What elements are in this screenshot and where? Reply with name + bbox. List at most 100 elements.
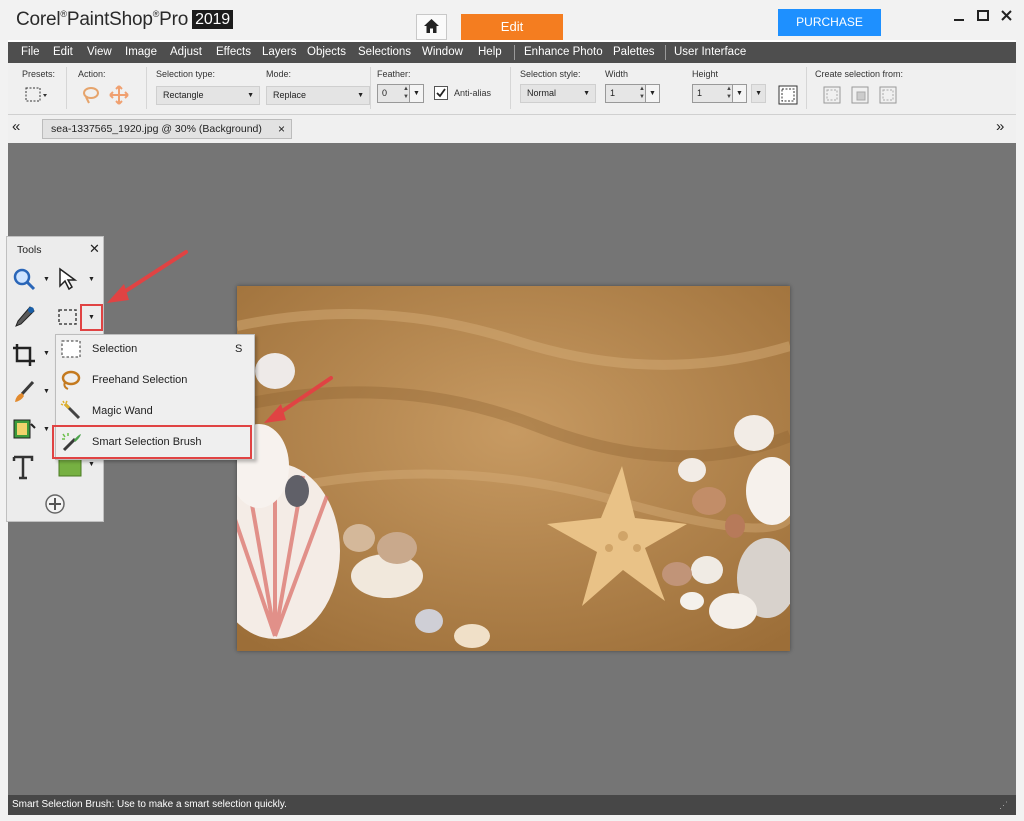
chevron-down-icon[interactable]: ▼ — [43, 350, 50, 357]
fill-tool[interactable] — [11, 416, 37, 442]
selection-tool[interactable] — [56, 305, 82, 331]
flyout-item-freehand-selection[interactable]: Freehand Selection — [55, 365, 255, 396]
mode-dropdown[interactable]: Replace ▼ — [266, 86, 370, 105]
presets-label: Presets: — [22, 69, 56, 79]
status-bar: Smart Selection Brush: Use to make a sma… — [8, 795, 1016, 815]
chevron-down-icon: ▼ — [409, 85, 423, 102]
add-tool-button[interactable] — [43, 492, 69, 518]
menu-window[interactable]: Window — [422, 46, 463, 58]
chevron-left-icon[interactable]: « — [12, 118, 20, 135]
selection-type-value: Rectangle — [163, 90, 204, 100]
paint-brush-tool[interactable] — [11, 379, 37, 405]
dropper-tool[interactable] — [11, 304, 37, 330]
mode-value: Replace — [273, 90, 307, 100]
fill-icon — [13, 419, 36, 439]
feather-value: 0 — [382, 88, 388, 98]
dropper-icon — [15, 306, 35, 327]
maximize-icon — [977, 10, 989, 21]
feather-input[interactable]: 0 ▲ ▼ ▼ — [377, 84, 424, 103]
selection-rect-icon — [58, 309, 77, 325]
checkmark-icon — [436, 88, 446, 98]
chevron-down-icon[interactable]: ▼ — [88, 461, 95, 468]
menu-effects[interactable]: Effects — [216, 46, 251, 58]
tools-close-icon[interactable]: ✕ — [89, 241, 100, 257]
menu-selections[interactable]: Selections — [358, 46, 411, 58]
menu-file[interactable]: File — [21, 46, 40, 58]
chevron-down-icon[interactable]: ▼ — [43, 388, 50, 395]
menu-edit[interactable]: Edit — [53, 46, 73, 58]
feather-label: Feather: — [377, 69, 411, 79]
status-text: Smart Selection Brush: Use to make a sma… — [12, 799, 287, 810]
maximize-button[interactable] — [972, 6, 994, 26]
action-move-button[interactable] — [108, 84, 130, 106]
edit-workspace-tab[interactable]: Edit — [461, 14, 563, 40]
height-input[interactable]: 1 ▲ ▼ ▼ — [692, 84, 747, 103]
select-all-icon — [778, 85, 798, 105]
menu-separator — [665, 45, 666, 60]
zoom-tool[interactable] — [11, 266, 37, 292]
flyout-item-shortcut: S — [235, 343, 243, 355]
chevron-down-icon[interactable]: ▼ — [43, 276, 50, 283]
app-logo: Corel®PaintShop®Pro 2019 — [16, 9, 233, 31]
menu-palettes[interactable]: Palettes — [613, 46, 655, 58]
pick-arrow-icon — [59, 267, 78, 291]
chevron-down-icon[interactable]: ▼ — [88, 314, 95, 321]
minimize-button[interactable] — [948, 6, 970, 26]
action-label: Action: — [78, 69, 106, 79]
from-vector-button[interactable] — [849, 84, 871, 106]
pick-tool[interactable] — [56, 266, 82, 292]
paint-brush-icon — [15, 380, 35, 402]
image-canvas[interactable] — [237, 286, 790, 651]
chevron-down-icon: ▼ — [247, 92, 254, 99]
anti-alias-checkbox[interactable] — [434, 86, 448, 100]
menu-image[interactable]: Image — [125, 46, 157, 58]
text-tool[interactable] — [11, 453, 37, 480]
chevron-down-icon: ▼ — [732, 85, 746, 102]
width-value: 1 — [610, 88, 616, 98]
menu-adjust[interactable]: Adjust — [170, 46, 202, 58]
menu-bar: File Edit View Image Adjust Effects Laye… — [8, 42, 1016, 63]
close-button[interactable] — [996, 6, 1018, 26]
purchase-button[interactable]: PURCHASE — [778, 9, 881, 36]
close-tab-icon[interactable]: × — [278, 120, 285, 138]
resize-grip-icon[interactable]: ⋰ — [999, 795, 1008, 815]
chevron-down-icon[interactable]: ▼ — [88, 276, 95, 283]
selection-rect-icon — [61, 340, 81, 358]
chevron-down-icon[interactable]: ▼ — [43, 426, 50, 433]
menu-objects[interactable]: Objects — [307, 46, 346, 58]
flyout-item-selection[interactable]: Selection S — [55, 334, 255, 365]
menu-view[interactable]: View — [87, 46, 112, 58]
select-all-button[interactable] — [777, 84, 799, 106]
width-label: Width — [605, 69, 629, 79]
selection-style-label: Selection style: — [520, 69, 581, 79]
minimize-icon — [954, 19, 964, 21]
menu-separator — [514, 45, 515, 60]
height-label: Height — [692, 69, 719, 79]
from-layer-button[interactable] — [821, 84, 843, 106]
menu-user-interface[interactable]: User Interface — [674, 46, 746, 58]
options-separator — [806, 67, 807, 109]
action-deselect-button[interactable] — [80, 84, 102, 106]
flyout-item-label: Freehand Selection — [92, 374, 188, 386]
mode-label: Mode: — [266, 69, 292, 79]
menu-enhance-photo[interactable]: Enhance Photo — [524, 46, 603, 58]
home-button[interactable] — [416, 14, 447, 40]
selection-style-dropdown[interactable]: Normal ▼ — [520, 84, 596, 103]
selection-preset-icon — [25, 87, 47, 102]
menu-layers[interactable]: Layers — [262, 46, 297, 58]
crop-tool[interactable] — [11, 342, 37, 368]
from-canvas-button[interactable] — [877, 84, 899, 106]
presets-button[interactable] — [24, 84, 47, 106]
menu-help[interactable]: Help — [478, 46, 502, 58]
smart-brush-highlight — [52, 425, 252, 459]
height-options-dropdown[interactable]: ▼ — [751, 84, 766, 103]
chevron-right-icon[interactable]: » — [996, 118, 1004, 135]
selection-type-dropdown[interactable]: Rectangle ▼ — [156, 86, 260, 105]
window-frame-right — [1016, 40, 1024, 821]
document-tab[interactable]: sea-1337565_1920.jpg @ 30% (Background) … — [42, 119, 292, 139]
from-canvas-icon — [879, 86, 897, 104]
chevron-down-icon: ▼ — [357, 92, 364, 99]
flyout-item-magic-wand[interactable]: Magic Wand — [55, 396, 255, 427]
width-input[interactable]: 1 ▲ ▼ ▼ — [605, 84, 660, 103]
from-layer-icon — [823, 86, 841, 104]
